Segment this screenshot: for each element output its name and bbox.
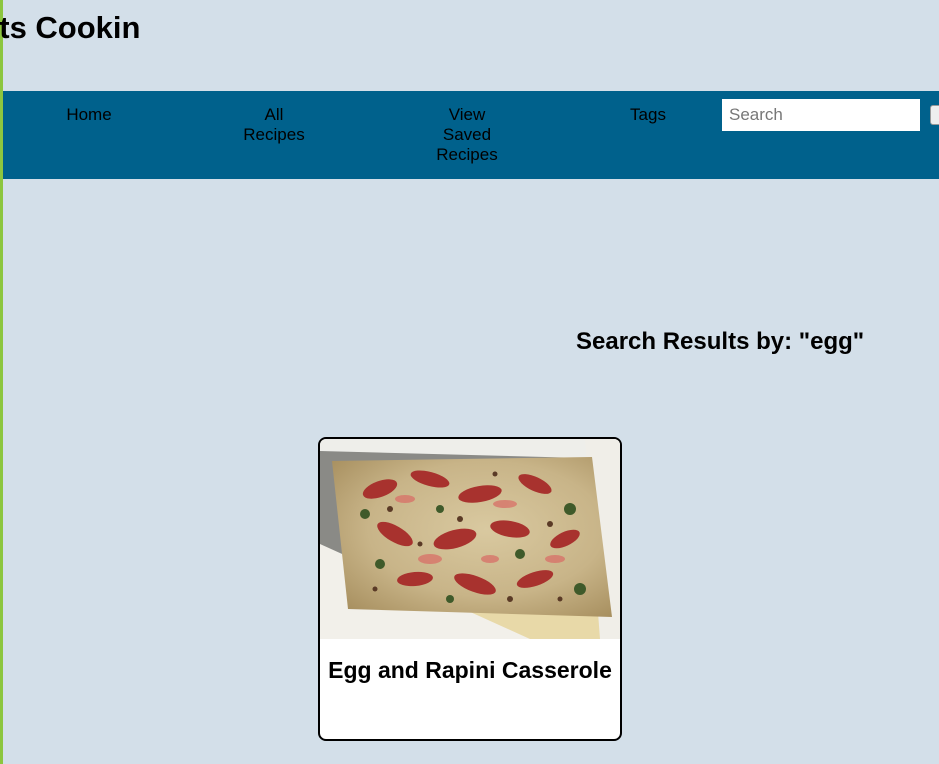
nav-home-label: Home: [66, 105, 112, 124]
page: ats Cookin Home All Recipes View Saved R…: [0, 0, 939, 764]
recipe-title[interactable]: Egg and Rapini Casserole: [320, 657, 620, 684]
nav-tags-label: Tags: [630, 105, 666, 124]
nav-saved-recipes-link[interactable]: View Saved Recipes: [427, 105, 507, 165]
recipe-image[interactable]: [320, 439, 620, 639]
nav-saved-label-line2: Saved: [442, 125, 492, 144]
nav-all-recipes-label-line1: All: [264, 105, 284, 124]
search-button[interactable]: [930, 105, 939, 125]
nav-home-link[interactable]: Home: [49, 105, 129, 125]
recipe-card[interactable]: Egg and Rapini Casserole: [318, 437, 622, 741]
nav-saved-label-line1: View: [448, 105, 486, 124]
navbar: Home All Recipes View Saved Recipes Tags: [3, 91, 939, 179]
nav-saved-label-line3: Recipes: [436, 145, 498, 164]
site-title: ats Cookin: [0, 10, 140, 46]
nav-tags-link[interactable]: Tags: [608, 105, 688, 125]
search-input[interactable]: [722, 99, 920, 131]
nav-all-recipes-link[interactable]: All Recipes: [234, 105, 314, 145]
nav-all-recipes-label-line2: Recipes: [243, 125, 305, 144]
search-results-heading: Search Results by: "egg": [576, 328, 865, 355]
site-title-text: ats Cookin: [0, 10, 141, 45]
